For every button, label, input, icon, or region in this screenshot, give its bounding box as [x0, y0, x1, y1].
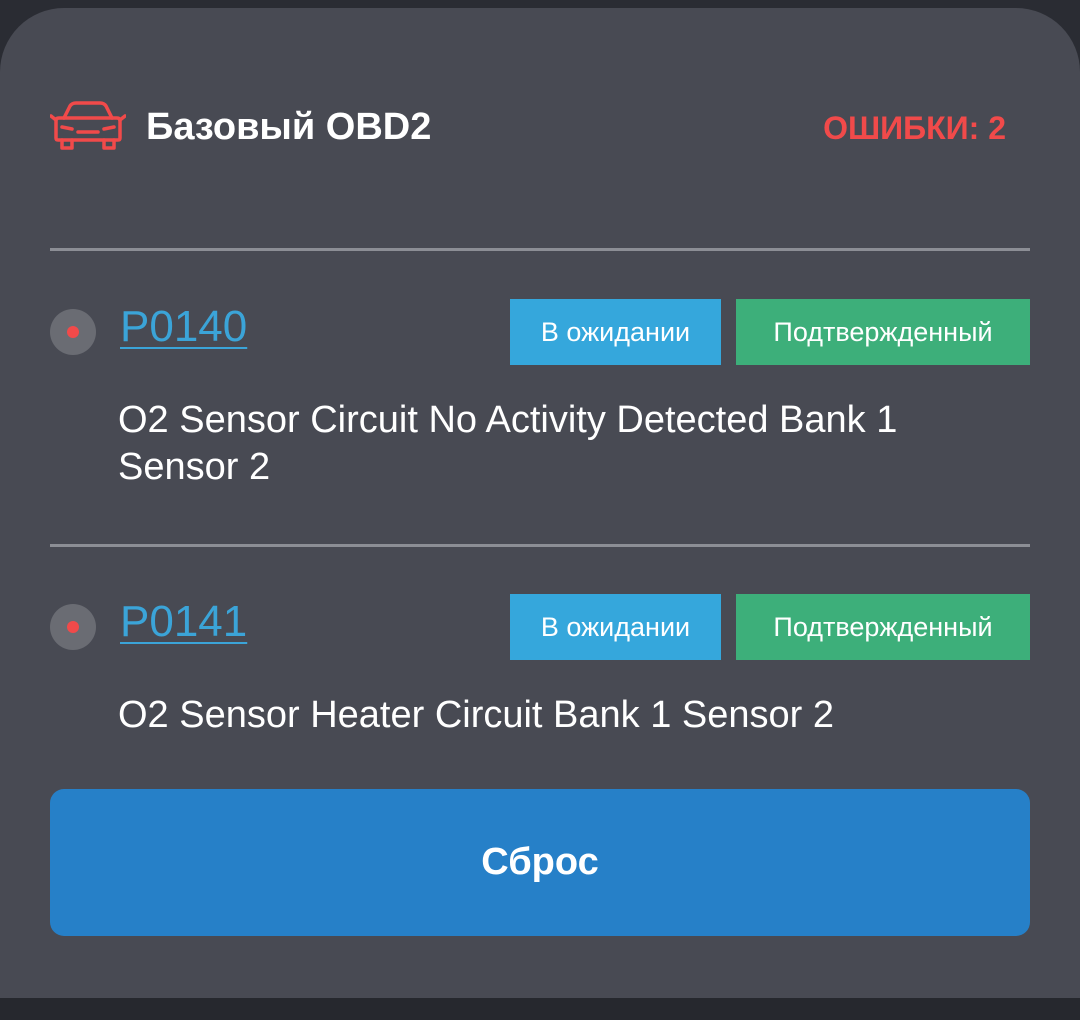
- divider: [50, 544, 1030, 547]
- error-count: ОШИБКИ: 2: [823, 110, 1006, 146]
- pending-badge: В ожидании: [510, 299, 721, 365]
- status-dot-icon: [50, 604, 96, 650]
- car-icon: [50, 101, 126, 150]
- dtc-code-link[interactable]: P0141: [120, 596, 247, 648]
- divider: [50, 248, 1030, 251]
- reset-button[interactable]: Сброс: [50, 789, 1030, 936]
- confirmed-badge: Подтвержденный: [736, 299, 1030, 365]
- page-title: Базовый OBD2: [146, 106, 432, 148]
- confirmed-badge: Подтвержденный: [736, 594, 1030, 660]
- bottom-strip: [0, 998, 1080, 1020]
- dtc-description: O2 Sensor Heater Circuit Bank 1 Sensor 2: [118, 694, 835, 736]
- dtc-code-link[interactable]: P0140: [120, 301, 247, 353]
- card-header: Базовый OBD2 ОШИБКИ: 2: [50, 96, 1030, 158]
- status-dot-icon: [50, 309, 96, 355]
- dtc-description: O2 Sensor Circuit No Activity Detected B…: [118, 399, 898, 488]
- pending-badge: В ожидании: [510, 594, 721, 660]
